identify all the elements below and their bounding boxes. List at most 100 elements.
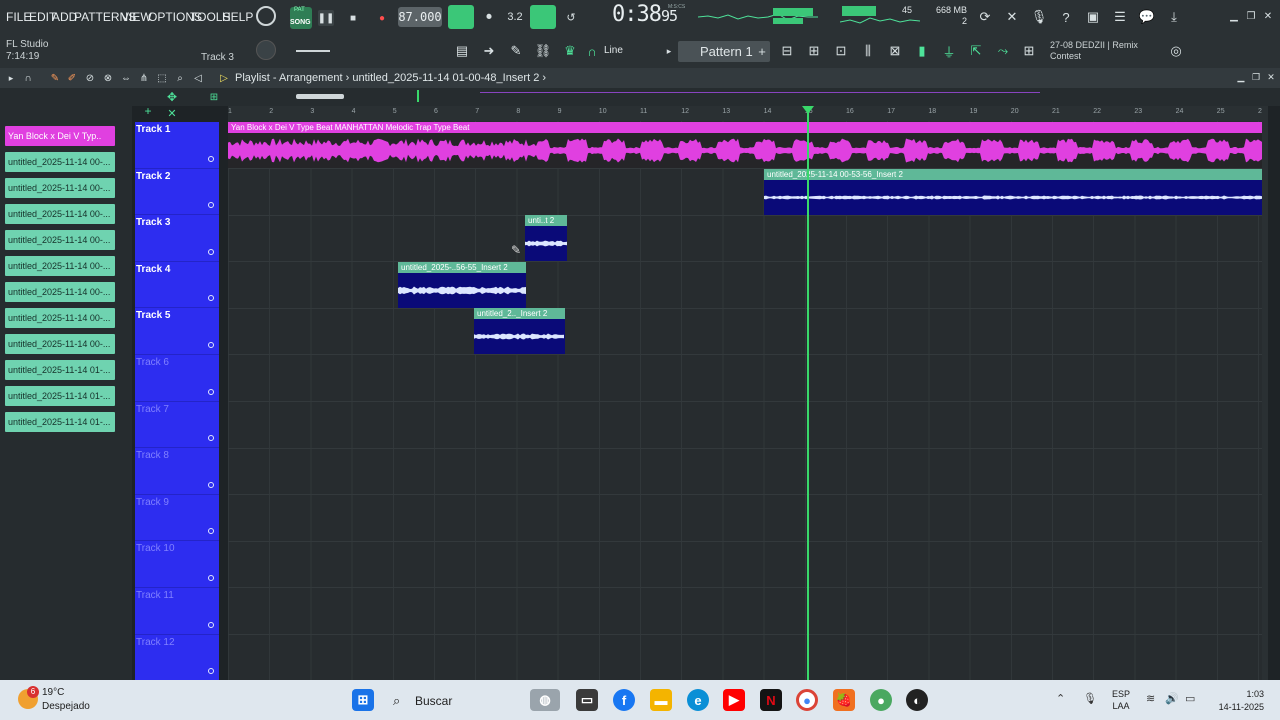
audio-clip[interactable]: untitled_2025-11-14 00-53-56_Insert 2: [764, 169, 1264, 215]
plugin-icon[interactable]: ▮: [913, 42, 931, 60]
track-header[interactable]: Track 3: [135, 215, 219, 262]
track-header[interactable]: Track 12: [135, 635, 219, 682]
playlist-menu-icon[interactable]: ▸: [4, 71, 18, 85]
playlist-close-icon[interactable]: ✕: [1265, 71, 1277, 83]
tempo-tap-icon[interactable]: ⇱: [967, 42, 985, 60]
taskbar-clock[interactable]: 1:03 14-11-2025: [1212, 688, 1264, 714]
playlist-title-bar[interactable]: Playlist - Arrangement › untitled_2025-1…: [235, 72, 546, 84]
stop-button[interactable]: ■: [345, 10, 361, 26]
picker-clip[interactable]: untitled_2025-11-14 00-...: [5, 204, 115, 224]
stamp-icon[interactable]: ♛: [560, 42, 580, 60]
chrome-icon[interactable]: ●: [796, 689, 818, 711]
magnet-snap-icon[interactable]: ∩: [21, 71, 35, 85]
playback-icon[interactable]: ◁: [191, 71, 205, 85]
menu-file[interactable]: FILE: [6, 10, 31, 24]
step-button[interactable]: 3.2: [504, 8, 526, 26]
track-header[interactable]: Track 4: [135, 262, 219, 309]
picker-clip[interactable]: untitled_2025-11-14 00-...: [5, 230, 115, 250]
track-enable-dot[interactable]: [208, 202, 214, 209]
track-enable-dot[interactable]: [208, 528, 214, 535]
windows-start-icon[interactable]: ⊞: [352, 689, 374, 711]
channel-rack-icon[interactable]: ⊡: [832, 42, 850, 60]
maximize-icon[interactable]: ❐: [1245, 10, 1257, 22]
pencil-icon[interactable]: ✎: [48, 71, 62, 85]
news-panel[interactable]: 27-08 DEDZII | Remix Contest: [1050, 40, 1138, 62]
task-view-icon[interactable]: ▭: [576, 689, 598, 711]
snap-select[interactable]: Line: [604, 45, 623, 56]
widgets-icon[interactable]: ◍: [530, 689, 560, 711]
horizontal-scrollbar[interactable]: [296, 94, 344, 99]
play-arrow-icon[interactable]: ➜: [479, 42, 499, 60]
close-icon[interactable]: ✕: [1262, 10, 1274, 22]
audio-clip[interactable]: unti..t 2: [525, 215, 567, 261]
track-header[interactable]: Track 9: [135, 495, 219, 542]
track-header[interactable]: Track 8: [135, 448, 219, 495]
help-icon[interactable]: ?: [1057, 8, 1075, 26]
download-icon[interactable]: ⤓: [1165, 8, 1183, 26]
track-header[interactable]: Track 11: [135, 588, 219, 635]
picker-clip[interactable]: untitled_2025-11-14 01-...: [5, 360, 115, 380]
track-enable-dot[interactable]: [208, 248, 214, 255]
fl-studio-icon[interactable]: 🍓: [833, 689, 855, 711]
link-icon[interactable]: ⛓: [533, 42, 553, 60]
menu-help[interactable]: HELP: [222, 10, 253, 24]
playlist-minimize-icon[interactable]: ▁: [1235, 71, 1247, 83]
tray-expand-icon[interactable]: ⌃: [1056, 692, 1065, 705]
tempo-display[interactable]: 87.000: [398, 7, 442, 27]
audio-clip[interactable]: untitled_2025-..56-55_Insert 2: [398, 262, 526, 308]
playlist-icon[interactable]: ⊟: [778, 42, 796, 60]
slice-icon[interactable]: ⋔: [137, 71, 151, 85]
draw-icon[interactable]: ✎: [506, 42, 526, 60]
track-enable-dot[interactable]: [208, 621, 214, 628]
select-icon[interactable]: ⬚: [155, 71, 169, 85]
picker-clip[interactable]: untitled_2025-11-14 00-...: [5, 334, 115, 354]
track-header[interactable]: Track 2: [135, 169, 219, 216]
track-header[interactable]: Track 5: [135, 308, 219, 355]
cart-icon[interactable]: ⊞: [1020, 42, 1038, 60]
loop-record-icon[interactable]: ↺: [560, 8, 582, 26]
track-enable-dot[interactable]: [208, 295, 214, 302]
blend-notes-button[interactable]: [530, 5, 556, 29]
tools-icon[interactable]: ✕: [1003, 8, 1021, 26]
marketplace-icon[interactable]: ⤳: [994, 42, 1012, 60]
delete-icon[interactable]: ⊘: [83, 71, 97, 85]
slip-icon[interactable]: ⇔: [119, 71, 133, 85]
picker-clip[interactable]: untitled_2025-11-14 01-...: [5, 412, 115, 432]
facebook-icon[interactable]: f: [613, 689, 635, 711]
edge-icon[interactable]: e: [687, 689, 709, 711]
track-enable-dot[interactable]: [208, 668, 214, 675]
refresh-icon[interactable]: ⟳: [976, 8, 994, 26]
minimize-icon[interactable]: ▁: [1228, 10, 1240, 22]
zoom-fit-icon[interactable]: ✕: [165, 106, 179, 120]
track-header[interactable]: Track 6: [135, 355, 219, 402]
microphone-tray-icon[interactable]: 🎙: [1083, 692, 1097, 705]
magnet-icon[interactable]: ∩: [586, 44, 598, 59]
track-header[interactable]: Track 7: [135, 402, 219, 449]
picker-clip[interactable]: untitled_2025-11-14 00-...: [5, 178, 115, 198]
audio-clip[interactable]: Yan Block x Dei V Type Beat MANHATTAN Me…: [228, 122, 1264, 168]
battery-icon[interactable]: ▭: [1185, 692, 1195, 705]
piano-icon[interactable]: ⊞: [805, 42, 823, 60]
volume-icon[interactable]: 🔊: [1165, 692, 1179, 705]
track-enable-dot[interactable]: [208, 435, 214, 442]
netflix-icon[interactable]: N: [760, 689, 782, 711]
vertical-scrollbar[interactable]: [1262, 106, 1268, 680]
arrangement-icon[interactable]: ▷: [217, 71, 231, 85]
picker-clip[interactable]: untitled_2025-11-14 01-...: [5, 386, 115, 406]
zoom-icon[interactable]: ⌕: [173, 71, 187, 85]
audio-clip[interactable]: untitled_2.._Insert 2: [474, 308, 565, 354]
track-enable-dot[interactable]: [208, 481, 214, 488]
move-icon[interactable]: ✥: [165, 90, 179, 104]
playlist-maximize-icon[interactable]: ❐: [1250, 71, 1262, 83]
add-track-icon[interactable]: +: [141, 104, 155, 118]
plug-icon[interactable]: ⏚: [940, 42, 958, 60]
grid-icon[interactable]: ⊞: [207, 90, 221, 104]
chrome-profile-icon[interactable]: ●: [870, 689, 892, 711]
metronome-button[interactable]: [448, 5, 474, 29]
paint-icon[interactable]: ✐: [65, 71, 79, 85]
record-button[interactable]: ●: [374, 10, 390, 26]
mixer-icon[interactable]: ☰: [1111, 8, 1129, 26]
pattern-prev-icon[interactable]: ▸: [663, 44, 675, 58]
mute-icon[interactable]: ⊗: [101, 71, 115, 85]
taskbar-search[interactable]: Buscar: [415, 694, 452, 708]
